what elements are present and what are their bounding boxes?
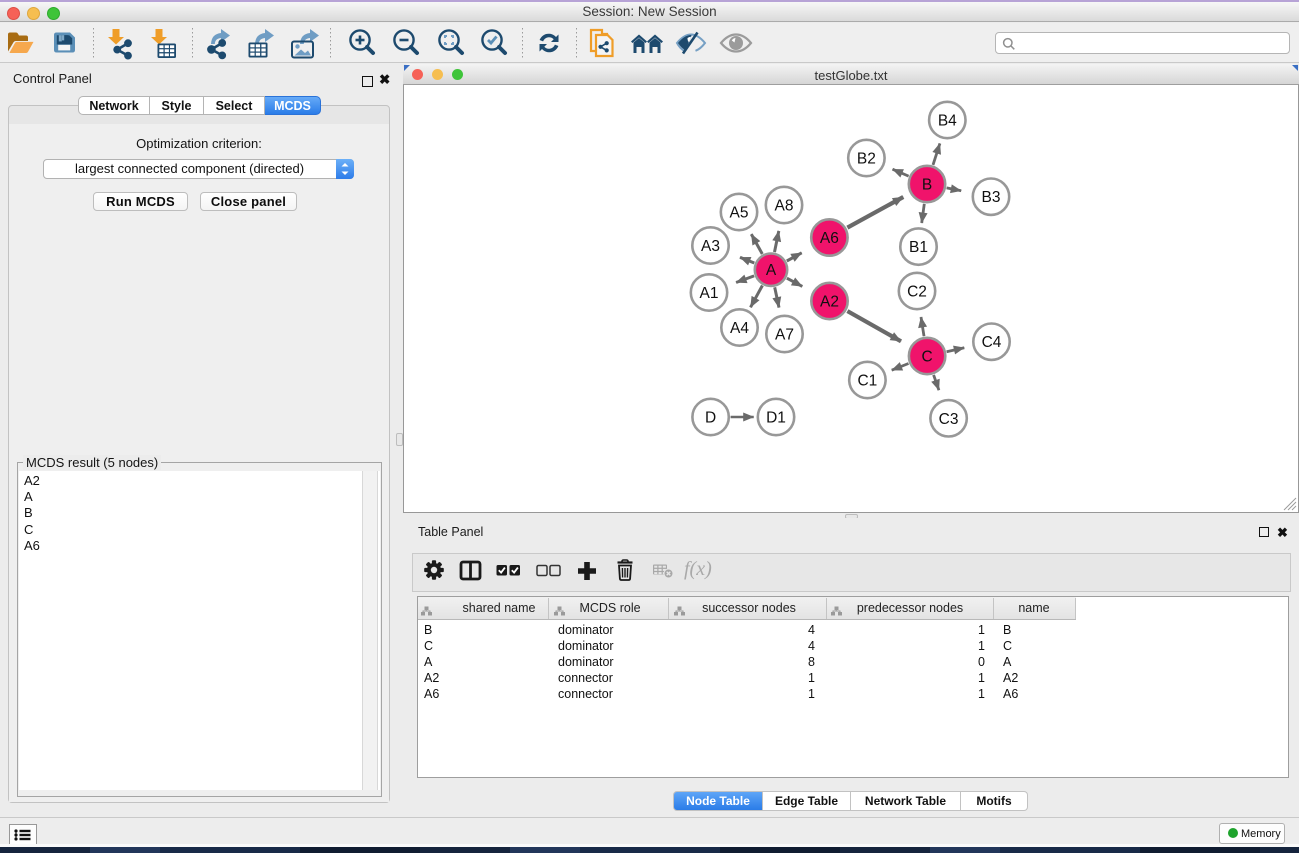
svg-text:B: B xyxy=(922,177,932,194)
svg-text:C2: C2 xyxy=(907,284,927,301)
svg-text:C1: C1 xyxy=(857,373,877,390)
svg-text:C: C xyxy=(921,349,932,366)
svg-text:B4: B4 xyxy=(938,113,957,130)
svg-text:A1: A1 xyxy=(700,285,719,302)
svg-text:A7: A7 xyxy=(775,327,794,344)
svg-text:A2: A2 xyxy=(820,294,839,311)
svg-text:A4: A4 xyxy=(730,320,749,337)
svg-text:C3: C3 xyxy=(939,411,959,428)
svg-text:A8: A8 xyxy=(775,198,794,215)
svg-text:B3: B3 xyxy=(982,189,1001,206)
svg-text:D: D xyxy=(705,410,716,427)
svg-text:B2: B2 xyxy=(857,151,876,168)
svg-text:A: A xyxy=(766,262,777,279)
svg-text:D1: D1 xyxy=(766,410,786,427)
svg-text:B1: B1 xyxy=(909,239,928,256)
svg-text:A5: A5 xyxy=(730,205,749,222)
svg-text:C4: C4 xyxy=(982,334,1002,351)
svg-text:A6: A6 xyxy=(820,230,839,247)
svg-text:A3: A3 xyxy=(701,238,720,255)
